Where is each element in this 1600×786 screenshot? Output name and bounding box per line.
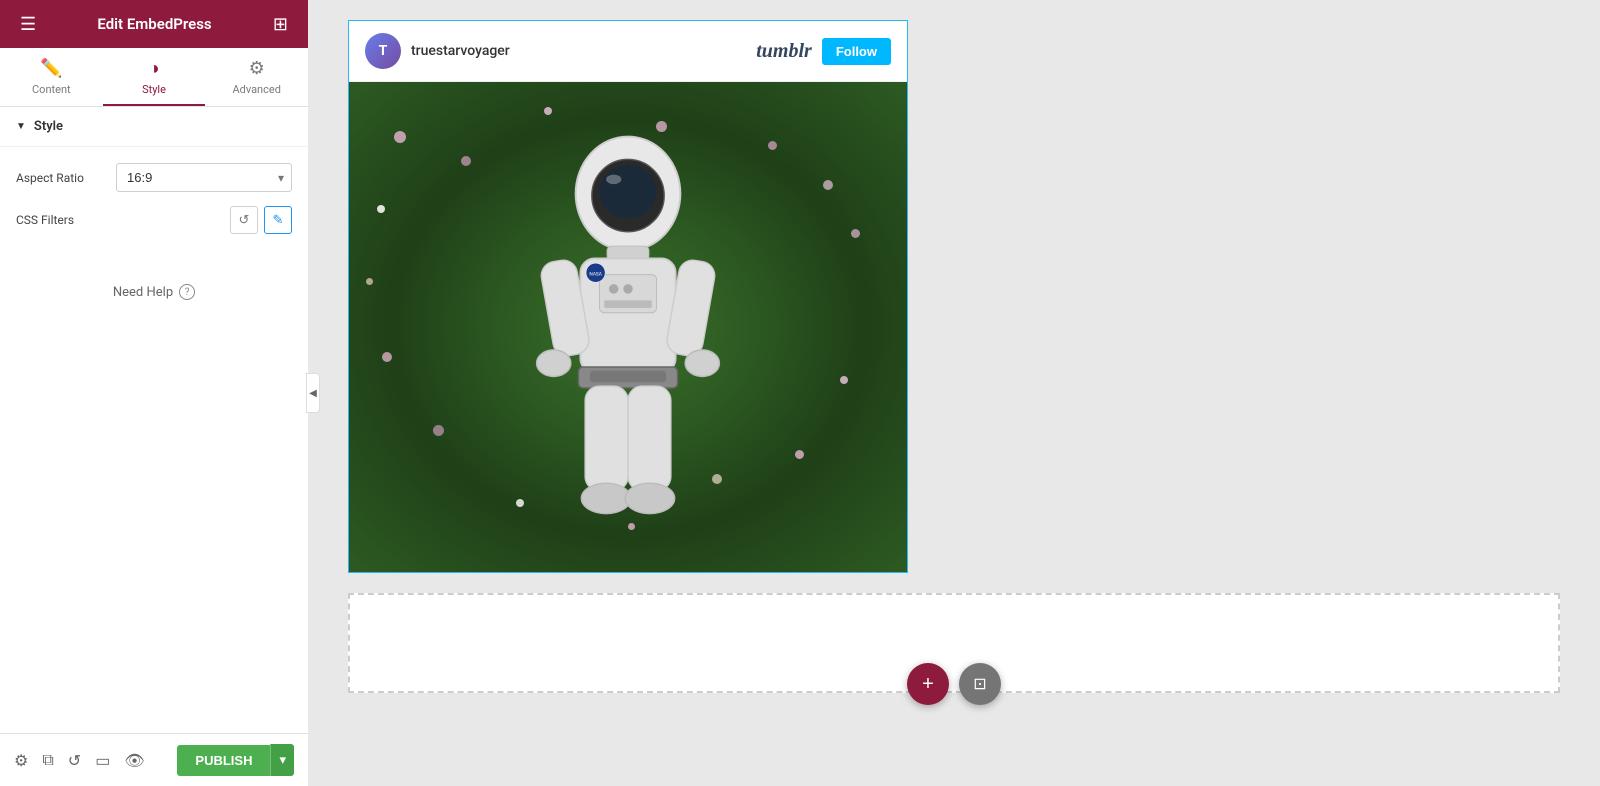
canvas-area: T truestarvoyager tumblr Follow (308, 0, 1600, 725)
astronaut-image: NASA (349, 82, 907, 572)
tumblr-username: truestarvoyager (411, 43, 510, 59)
svg-text:NASA: NASA (589, 272, 602, 278)
layers-icon[interactable]: ⧉ (42, 750, 53, 770)
bottom-bar: ⚙ ⧉ ↺ ▭ 👁 PUBLISH ▾ (0, 733, 308, 786)
floating-btns: + ⊡ (338, 663, 1570, 705)
aspect-ratio-label: Aspect Ratio (16, 171, 116, 185)
flower-dot (394, 131, 406, 143)
aspect-ratio-select[interactable]: 16:9 4:3 1:1 9:16 Custom (116, 163, 292, 192)
section-arrow-icon: ▼ (16, 121, 26, 132)
menu-button[interactable]: ☰ (16, 10, 40, 39)
style-tab-label: Style (142, 83, 166, 96)
css-filters-label: CSS Filters (16, 213, 230, 227)
flower-dot (768, 141, 777, 150)
style-section-title: Style (34, 119, 63, 134)
advanced-tab-icon: ⚙ (249, 58, 265, 79)
collapse-arrow-icon: ◀ (309, 388, 317, 399)
flower-dot (544, 107, 552, 115)
left-panel: ☰ Edit EmbedPress ⊞ ✏️ Content ◑ Style ⚙… (0, 0, 308, 786)
avatar: T (365, 33, 401, 69)
panel-header: ☰ Edit EmbedPress ⊞ (0, 0, 308, 48)
publish-btn-group: PUBLISH ▾ (177, 744, 294, 776)
tumblr-card: T truestarvoyager tumblr Follow (349, 21, 907, 572)
help-question-icon: ? (179, 284, 195, 300)
aspect-ratio-row: Aspect Ratio 16:9 4:3 1:1 9:16 Custom ▾ (16, 163, 292, 192)
visibility-icon[interactable]: 👁 (124, 751, 144, 770)
content-tab-icon: ✏️ (40, 58, 62, 79)
main-area: T truestarvoyager tumblr Follow (308, 0, 1600, 786)
flower-dot (377, 205, 385, 213)
panel-title: Edit EmbedPress (97, 15, 211, 33)
avatar-image: T (365, 33, 401, 69)
css-filters-edit-button[interactable]: ✎ (264, 206, 292, 234)
astronaut-svg: NASA (488, 127, 768, 527)
history-icon[interactable]: ↺ (68, 751, 81, 770)
style-section-body: Aspect Ratio 16:9 4:3 1:1 9:16 Custom ▾ (0, 147, 308, 264)
add-template-button[interactable]: ⊡ (959, 663, 1001, 705)
follow-button[interactable]: Follow (822, 38, 891, 65)
css-filter-icons: ↺ ✎ (230, 206, 292, 234)
embed-widget: T truestarvoyager tumblr Follow (348, 20, 908, 573)
publish-dropdown-button[interactable]: ▾ (270, 744, 294, 776)
tumblr-right: tumblr Follow (756, 38, 891, 65)
flower-dot (433, 425, 444, 436)
flower-dot (461, 156, 471, 166)
responsive-icon[interactable]: ▭ (95, 751, 110, 770)
grid-icon: ⊞ (273, 14, 288, 35)
flower-dot (840, 376, 848, 384)
collapse-handle[interactable]: ◀ (306, 373, 320, 413)
publish-arrow-icon: ▾ (279, 752, 286, 767)
flower-dot (382, 352, 392, 362)
folder-icon: ⊡ (973, 674, 986, 694)
tumblr-header: T truestarvoyager tumblr Follow (349, 21, 907, 82)
tab-advanced[interactable]: ⚙ Advanced (205, 48, 308, 106)
content-tab-label: Content (32, 83, 71, 96)
tumblr-user: T truestarvoyager (365, 33, 510, 69)
flower-dot (366, 278, 373, 285)
bottom-icons: ⚙ ⧉ ↺ ▭ 👁 (14, 750, 145, 770)
panel-content: ▼ Style Aspect Ratio 16:9 4:3 1:1 9:16 C… (0, 107, 308, 733)
flower-dot (795, 450, 804, 459)
tumblr-brand: tumblr (756, 40, 812, 63)
publish-button[interactable]: PUBLISH (177, 745, 270, 776)
add-section-button[interactable]: + (907, 663, 949, 705)
edit-icon: ✎ (273, 212, 284, 228)
reset-icon: ↺ (239, 212, 250, 228)
style-section-header[interactable]: ▼ Style (0, 107, 308, 147)
aspect-ratio-select-wrapper: 16:9 4:3 1:1 9:16 Custom ▾ (116, 163, 292, 192)
tabs-row: ✏️ Content ◑ Style ⚙ Advanced (0, 48, 308, 107)
css-filters-reset-button[interactable]: ↺ (230, 206, 258, 234)
grid-button[interactable]: ⊞ (269, 10, 292, 39)
hamburger-icon: ☰ (20, 14, 36, 35)
tab-style[interactable]: ◑ Style (103, 48, 206, 106)
plus-icon: + (922, 673, 934, 696)
tab-content[interactable]: ✏️ Content (0, 48, 103, 106)
css-filters-row: CSS Filters ↺ ✎ (16, 206, 292, 234)
avatar-initials: T (379, 43, 388, 59)
advanced-tab-label: Advanced (232, 83, 280, 96)
settings-icon[interactable]: ⚙ (14, 751, 28, 770)
aspect-ratio-control: 16:9 4:3 1:1 9:16 Custom ▾ (116, 163, 292, 192)
need-help-label: Need Help (113, 285, 173, 300)
need-help-section[interactable]: Need Help ? (0, 264, 308, 320)
style-tab-icon: ◑ (149, 58, 160, 79)
